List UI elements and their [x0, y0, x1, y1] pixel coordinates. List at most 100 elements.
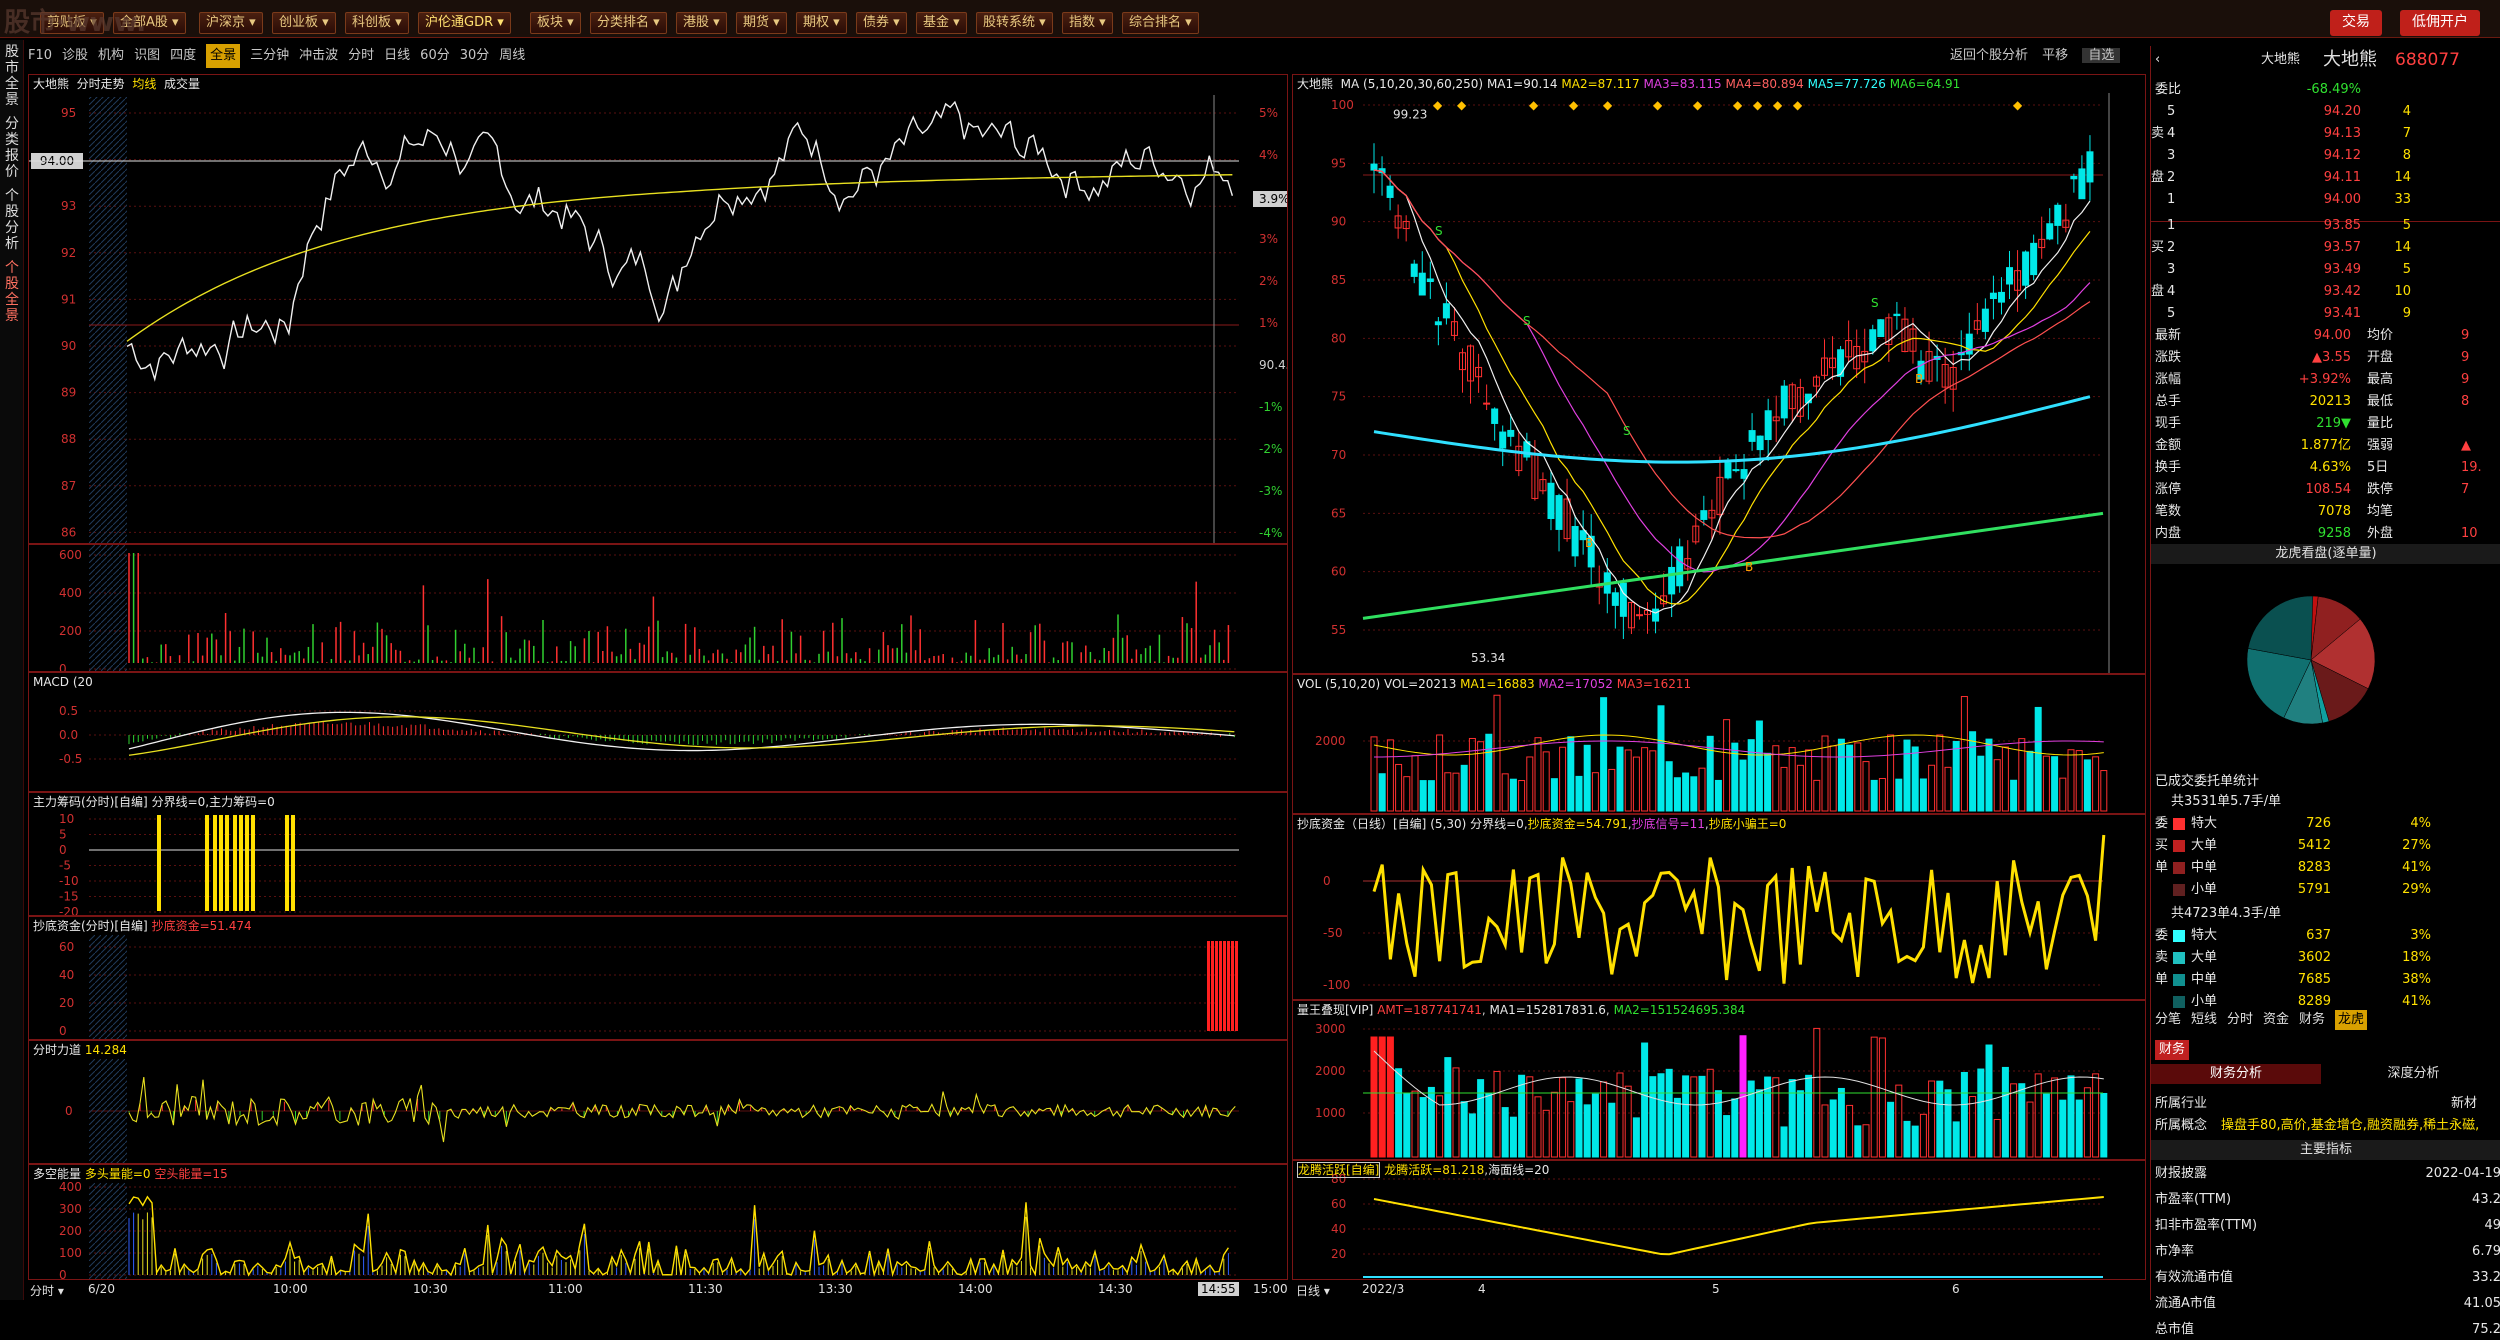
intraday-period-dropdown[interactable]: 分时 ▾	[30, 1282, 64, 1299]
bid-row-4[interactable]: 盘 4 93.42 10	[2151, 282, 2500, 302]
trade-button[interactable]: 交易	[2330, 10, 2382, 36]
back-to-analysis-link[interactable]: 返回个股分析	[1950, 48, 2028, 63]
subtab-5[interactable]: 全景	[206, 44, 241, 68]
lidao-line	[128, 1076, 1236, 1143]
subtab-12[interactable]: 周线	[499, 44, 525, 68]
chaodi-bar	[1215, 941, 1218, 1031]
ma-line	[1373, 169, 2091, 614]
kliang-bar	[1903, 1120, 1911, 1158]
toolbar-item-4[interactable]: 科创板 ▾	[345, 12, 409, 34]
candle-body	[1893, 313, 1901, 317]
fin-row-4: 有效流通市值 33.2	[2155, 1270, 2500, 1285]
subtab-0[interactable]: F10	[28, 44, 52, 68]
fin-tab[interactable]: 财务	[2151, 1040, 2500, 1060]
subtab-3[interactable]: 识图	[134, 44, 160, 68]
kvol-bar	[2075, 750, 2083, 812]
stat-row-6: 换手 4.63% 5日 19.	[2155, 460, 2482, 475]
nav-market-overview[interactable]: 股市全景	[0, 40, 24, 112]
kliang-bar	[1616, 1072, 1624, 1158]
pan-button[interactable]: 平移	[2042, 48, 2068, 63]
sub-tabs-right: 返回个股分析 平移 自选	[1950, 44, 2121, 68]
ask-row-4[interactable]: 卖 4 94.13 7	[2151, 124, 2500, 144]
toolbar-item-7[interactable]: 分类排名 ▾	[590, 12, 667, 34]
duokong-panel[interactable]: 多空能量 多头量能=0 空头能量=15 400 300 200 100 0	[28, 1164, 1288, 1280]
kline-period-dropdown[interactable]: 日线 ▾	[1296, 1282, 1330, 1299]
nav-category-quote[interactable]: 分类报价	[0, 112, 24, 184]
nav-stock-analysis[interactable]: 个股分析	[0, 184, 24, 256]
detail-tab-4[interactable]: 财务	[2299, 1010, 2325, 1030]
candle-body	[1676, 546, 1684, 587]
candle-body	[1869, 329, 1877, 352]
bid-row-1[interactable]: 1 93.85 5	[2151, 216, 2500, 236]
bid-row-2[interactable]: 买 2 93.57 14	[2151, 238, 2500, 258]
toolbar-item-2[interactable]: 沪深京 ▾	[199, 12, 263, 34]
pre-open-area	[89, 935, 127, 1039]
toolbar-item-10[interactable]: 期权 ▾	[796, 12, 847, 34]
buy-row-3: 小单 5791 29%	[2151, 880, 2500, 900]
pct-tick: -3%	[1259, 484, 1282, 498]
kline-longteng-panel[interactable]: 龙腾活跃[自编] 龙腾活跃=81.218,海面线=20 80 60 40 20	[1292, 1160, 2146, 1280]
toolbar-item-8[interactable]: 港股 ▾	[676, 12, 727, 34]
ask-row-3[interactable]: 3 94.12 8	[2151, 146, 2500, 166]
nav-stock-panorama[interactable]: 个股全景	[0, 256, 24, 328]
kline-chaodi-panel[interactable]: 抄底资金（日线）[自编] (5,30) 分界线=0,抄底资金=54.791,抄底…	[1292, 814, 2146, 1000]
duokong-line	[128, 1195, 1229, 1278]
duokong-tick: 300	[59, 1202, 82, 1216]
stat-row-1: 涨跌 ▲3.55 开盘 9	[2155, 350, 2470, 365]
pct-highlight-text: 3.9%	[1259, 192, 1288, 206]
toolbar-item-9[interactable]: 期货 ▾	[736, 12, 787, 34]
macd-panel[interactable]: MACD (20 0.5 0.0 -0.5	[28, 672, 1288, 792]
subtab-8[interactable]: 分时	[348, 44, 374, 68]
open-account-button[interactable]: 低佣开户	[2400, 10, 2480, 36]
detail-tab-0[interactable]: 分笔	[2155, 1010, 2181, 1030]
kvol-bar	[1911, 746, 1919, 812]
subtab-9[interactable]: 日线	[384, 44, 410, 68]
candle-body	[1700, 510, 1708, 520]
kline-price-tick: 85	[1331, 273, 1346, 287]
kvol-bar	[1616, 746, 1624, 812]
toolbar-item-11[interactable]: 债券 ▾	[856, 12, 907, 34]
toolbar-item-6[interactable]: 板块 ▾	[530, 12, 581, 34]
subtab-2[interactable]: 机构	[98, 44, 124, 68]
fin-subtabs[interactable]: 财务分析 深度分析	[2151, 1064, 2500, 1084]
zhuli-bar	[291, 815, 295, 911]
subtab-1[interactable]: 诊股	[62, 44, 88, 68]
toolbar-item-15[interactable]: 综合排名 ▾	[1122, 12, 1199, 34]
watchlist-dropdown[interactable]: 自选	[2082, 48, 2121, 63]
ask-row-2[interactable]: 盘 2 94.11 14	[2151, 168, 2500, 188]
detail-tab-1[interactable]: 短线	[2191, 1010, 2217, 1030]
toolbar-item-12[interactable]: 基金 ▾	[916, 12, 967, 34]
detail-tab-3[interactable]: 资金	[2263, 1010, 2289, 1030]
kchaodi-line	[1372, 834, 2106, 984]
candle-body	[1555, 495, 1563, 530]
chaodi-intraday-panel[interactable]: 抄底资金(分时)[自编] 抄底资金=51.474 60 40 20 0	[28, 916, 1288, 1040]
ma-line	[1373, 169, 2091, 605]
subtab-6[interactable]: 三分钟	[250, 44, 289, 68]
fin-row-2: 扣非市盈率(TTM) 49	[2155, 1218, 2500, 1233]
zhuli-panel[interactable]: 主力筹码(分时)[自编] 分界线=0,主力筹码=0 10 5 0 -5 -10 -15 -2…	[28, 792, 1288, 916]
subtab-4[interactable]: 四度	[170, 44, 196, 68]
candle-body	[1981, 308, 1989, 332]
kvol-bar	[1985, 738, 1993, 812]
toolbar-item-13[interactable]: 股转系统 ▾	[976, 12, 1053, 34]
kline-volume-panel[interactable]: VOL (5,10,20) VOL=20213 MA1=16883 MA2=17…	[1292, 674, 2146, 814]
kliang-bar	[1575, 1078, 1583, 1158]
kline-panel[interactable]: 大地熊 MA (5,10,20,30,60,250) MA1=90.14 MA2…	[1292, 74, 2146, 674]
ask-row-1[interactable]: 1 94.00 33	[2151, 190, 2500, 210]
detail-tab-5[interactable]: 龙虎	[2335, 1010, 2368, 1030]
detail-tab-2[interactable]: 分时	[2227, 1010, 2253, 1030]
subtab-11[interactable]: 30分	[460, 44, 490, 68]
intraday-price-panel[interactable]: 大地熊 分时走势 均线 成交量 959493929190898887865%4%…	[28, 74, 1288, 544]
toolbar-item-5[interactable]: 沪伦通GDR ▾	[418, 12, 511, 34]
intraday-volume-panel[interactable]: 600 400 200 0	[28, 544, 1288, 672]
kvol-bar	[1870, 779, 1878, 812]
bid-row-5[interactable]: 5 93.41 9	[2151, 304, 2500, 324]
subtab-10[interactable]: 60分	[420, 44, 450, 68]
toolbar-item-3[interactable]: 创业板 ▾	[272, 12, 336, 34]
kline-liangwang-panel[interactable]: 量王叠现[VIP] AMT=187741741, MA1=152817831.6…	[1292, 1000, 2146, 1160]
toolbar-item-14[interactable]: 指数 ▾	[1062, 12, 1113, 34]
ask-row-5[interactable]: 5 94.20 4	[2151, 102, 2500, 122]
subtab-7[interactable]: 冲击波	[299, 44, 338, 68]
bid-row-3[interactable]: 3 93.49 5	[2151, 260, 2500, 280]
lidao-panel[interactable]: 分时力道 14.284 0	[28, 1040, 1288, 1164]
